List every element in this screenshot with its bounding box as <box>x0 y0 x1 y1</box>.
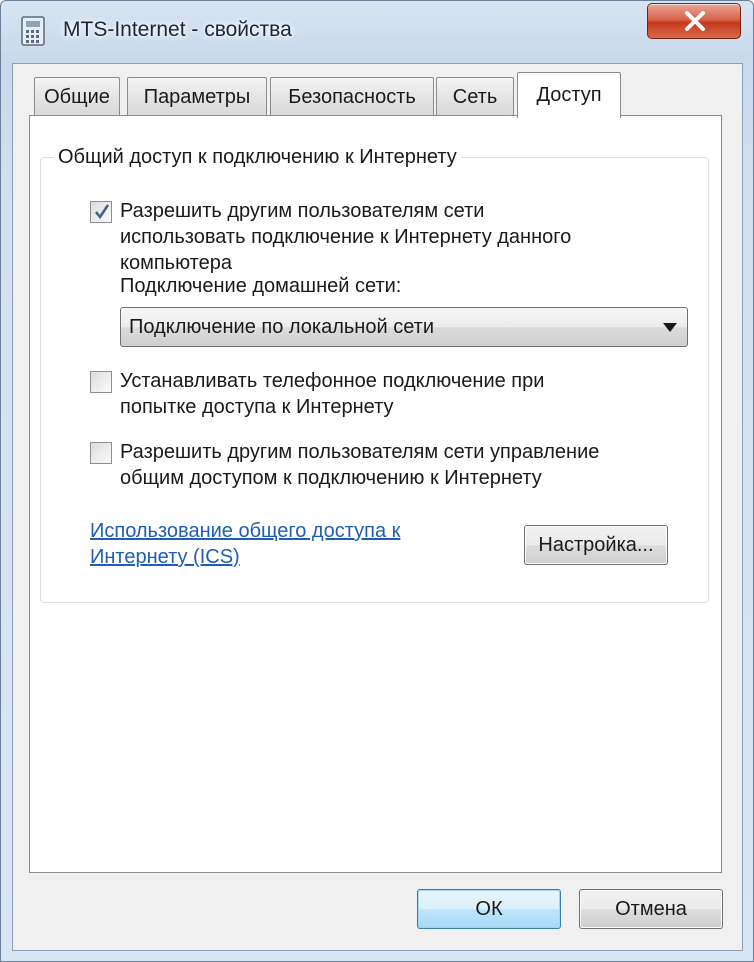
tab-networking[interactable]: Сеть <box>436 77 514 115</box>
ics-link-line2[interactable]: Интернету (ICS) <box>90 544 400 570</box>
tab-security[interactable]: Безопасность <box>270 77 434 115</box>
window-title: MTS-Internet - свойства <box>63 18 292 41</box>
home-network-selected: Подключение по локальной сети <box>129 316 434 338</box>
allow-control-checkbox[interactable] <box>90 442 112 464</box>
tab-sharing[interactable]: Доступ <box>517 72 621 118</box>
home-network-label: Подключение домашней сети: <box>120 275 402 297</box>
dial-on-demand-label-line1[interactable]: Устанавливать телефонное подключение при <box>120 368 544 394</box>
allow-control-label-line2[interactable]: общим доступом к подключению к Интернету <box>120 465 542 491</box>
checkmark-icon <box>95 204 110 220</box>
group-title: Общий доступ к подключению к Интернету <box>54 146 461 169</box>
dial-on-demand-label-line2[interactable]: попытке доступа к Интернету <box>120 394 393 420</box>
allow-sharing-label-line1[interactable]: Разрешить другим пользователям сети <box>120 198 484 224</box>
dial-on-demand-checkbox[interactable] <box>90 371 112 393</box>
cancel-button[interactable]: Отмена <box>579 889 723 929</box>
settings-button[interactable]: Настройка... <box>524 525 668 565</box>
network-connection-icon <box>21 16 45 46</box>
allow-control-label-line1[interactable]: Разрешить другим пользователям сети упра… <box>120 439 599 465</box>
ics-link-line1[interactable]: Использование общего доступа к <box>90 518 400 544</box>
close-icon <box>685 11 705 31</box>
title-bar[interactable]: MTS-Internet - свойства <box>1 1 753 63</box>
allow-sharing-checkbox[interactable] <box>90 201 112 223</box>
ok-button[interactable]: ОК <box>417 889 561 929</box>
home-network-dropdown[interactable]: Подключение по локальной сети <box>120 307 688 347</box>
dropdown-arrow-icon <box>663 323 677 332</box>
tab-options[interactable]: Параметры <box>127 77 267 115</box>
allow-sharing-label-line2[interactable]: использовать подключение к Интернету дан… <box>120 224 571 250</box>
tab-general[interactable]: Общие <box>34 77 120 115</box>
close-button[interactable] <box>647 3 741 39</box>
ics-help-link[interactable]: Использование общего доступа к Интернету… <box>90 518 400 570</box>
